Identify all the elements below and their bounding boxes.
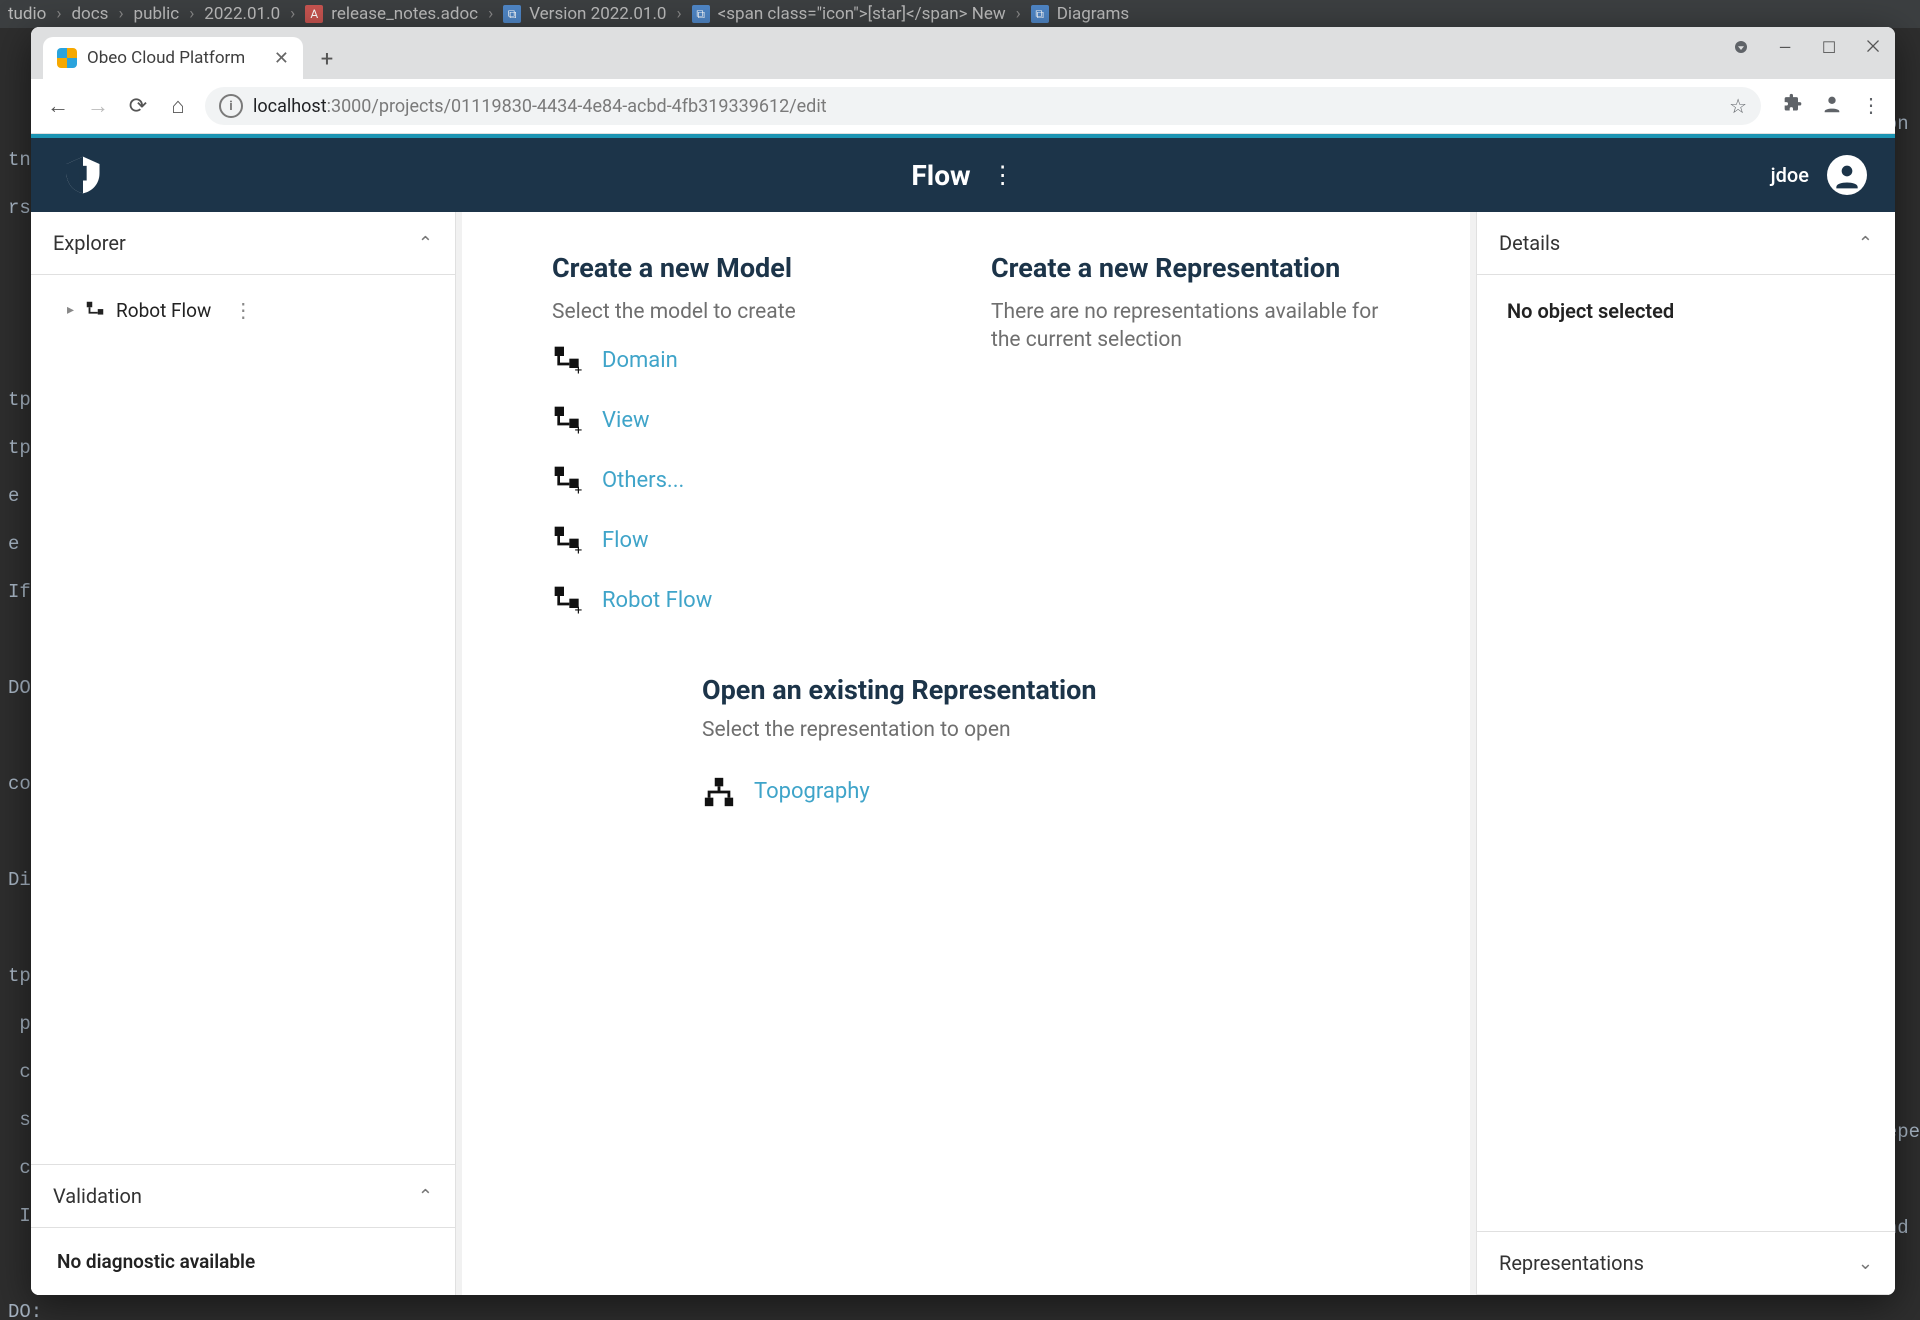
project-title: Flow	[911, 159, 970, 192]
url-text: localhost:3000/projects/01119830-4434-4e…	[253, 96, 827, 117]
representations-title: Representations	[1499, 1251, 1644, 1275]
extensions-icon[interactable]	[1783, 93, 1803, 120]
tree-item[interactable]: ▸ Robot Flow ⋮	[39, 285, 447, 335]
bookmark-star-icon[interactable]: ☆	[1729, 94, 1747, 118]
user-avatar-icon[interactable]	[1827, 155, 1867, 195]
open-rep-subtitle: Select the representation to open	[702, 716, 1380, 744]
profile-avatar-icon[interactable]	[1821, 93, 1843, 120]
details-message: No object selected	[1477, 275, 1895, 1231]
expand-arrow-icon[interactable]: ▸	[67, 302, 74, 318]
explorer-title: Explorer	[53, 231, 126, 255]
diagram-icon	[702, 775, 736, 809]
project-more-icon[interactable]: ⋮	[991, 161, 1015, 189]
model-type-item[interactable]: + Domain	[552, 344, 941, 376]
model-type-item[interactable]: + Others...	[552, 464, 941, 496]
model-type-label: Others...	[602, 468, 684, 493]
model-type-icon: +	[552, 464, 584, 496]
kebab-menu-icon[interactable]: ⋮	[1861, 93, 1881, 120]
model-type-icon: +	[552, 584, 584, 616]
nav-reload-icon[interactable]: ⟳	[125, 93, 151, 119]
chevron-up-icon: ⌃	[1858, 233, 1873, 254]
validation-message: No diagnostic available	[31, 1228, 455, 1295]
left-side-panel: Explorer ⌃ ▸ Robot Flow ⋮	[31, 212, 456, 1295]
chevron-up-icon: ⌃	[418, 233, 433, 254]
model-type-icon: +	[552, 524, 584, 556]
browser-toolbar: ← → ⟳ ⌂ i localhost:3000/projects/011198…	[31, 79, 1895, 134]
model-type-label: View	[602, 408, 650, 433]
nav-home-icon[interactable]: ⌂	[165, 93, 191, 119]
tree-item-label: Robot Flow	[116, 299, 211, 322]
create-rep-subtitle: There are no representations available f…	[991, 298, 1380, 355]
window-maximize-icon[interactable]: ☐	[1819, 37, 1839, 57]
username: jdoe	[1771, 163, 1809, 187]
model-type-item[interactable]: + Robot Flow	[552, 584, 941, 616]
tab-close-icon[interactable]: ✕	[274, 48, 289, 69]
details-title: Details	[1499, 231, 1560, 255]
address-bar[interactable]: i localhost:3000/projects/01119830-4434-…	[205, 87, 1761, 125]
account-circle-icon[interactable]	[1731, 37, 1751, 57]
tab-title: Obeo Cloud Platform	[87, 48, 264, 68]
tree-item-more-icon[interactable]: ⋮	[233, 298, 253, 322]
details-panel-header[interactable]: Details ⌃	[1477, 212, 1895, 275]
svg-text:+: +	[575, 484, 583, 496]
representation-item[interactable]: Topography	[702, 775, 1380, 809]
create-rep-heading: Create a new Representation	[991, 252, 1380, 284]
create-model-heading: Create a new Model	[552, 252, 941, 284]
tab-favicon-icon	[57, 48, 77, 68]
chevron-down-icon: ⌄	[1858, 1253, 1873, 1274]
representation-label: Topography	[754, 779, 870, 804]
svg-text:+: +	[575, 604, 583, 616]
app-root: Flow ⋮ jdoe Explorer ⌃	[31, 134, 1895, 1295]
model-type-label: Flow	[602, 528, 649, 553]
site-info-icon[interactable]: i	[219, 94, 243, 118]
main-content: Create a new Model Select the model to c…	[462, 212, 1470, 1295]
model-type-icon: +	[552, 404, 584, 436]
open-rep-heading: Open an existing Representation	[702, 674, 1380, 706]
chevron-up-icon: ⌃	[418, 1186, 433, 1207]
browser-tab[interactable]: Obeo Cloud Platform ✕	[43, 37, 303, 79]
app-logo-icon[interactable]	[59, 151, 107, 199]
svg-text:+: +	[575, 364, 583, 376]
model-type-item[interactable]: + Flow	[552, 524, 941, 556]
explorer-tree: ▸ Robot Flow ⋮	[31, 275, 455, 1164]
nav-forward-icon: →	[85, 93, 111, 119]
ide-breadcrumb: tudio›docs›public›2022.01.0›Arelease_not…	[0, 0, 1920, 28]
create-model-subtitle: Select the model to create	[552, 298, 941, 326]
app-header: Flow ⋮ jdoe	[31, 138, 1895, 212]
svg-text:+: +	[575, 424, 583, 436]
svg-text:+: +	[575, 544, 583, 556]
validation-panel-header[interactable]: Validation ⌃	[31, 1165, 455, 1228]
model-type-icon: +	[552, 344, 584, 376]
model-node-icon	[84, 299, 106, 321]
window-close-icon[interactable]: ⨉	[1863, 37, 1883, 57]
window-minimize-icon[interactable]: —	[1775, 37, 1795, 57]
nav-back-icon[interactable]: ←	[45, 93, 71, 119]
model-type-label: Domain	[602, 348, 678, 373]
model-type-item[interactable]: + View	[552, 404, 941, 436]
representations-panel-header[interactable]: Representations ⌄	[1477, 1231, 1895, 1295]
browser-window: Obeo Cloud Platform ✕ + — ☐ ⨉ ← → ⟳ ⌂ i …	[31, 27, 1895, 1295]
validation-title: Validation	[53, 1184, 142, 1208]
new-tab-button[interactable]: +	[311, 43, 343, 75]
right-side-panel: Details ⌃ No object selected Representat…	[1476, 212, 1895, 1295]
browser-titlebar: Obeo Cloud Platform ✕ + — ☐ ⨉	[31, 27, 1895, 79]
explorer-panel-header[interactable]: Explorer ⌃	[31, 212, 455, 275]
model-type-label: Robot Flow	[602, 588, 712, 613]
